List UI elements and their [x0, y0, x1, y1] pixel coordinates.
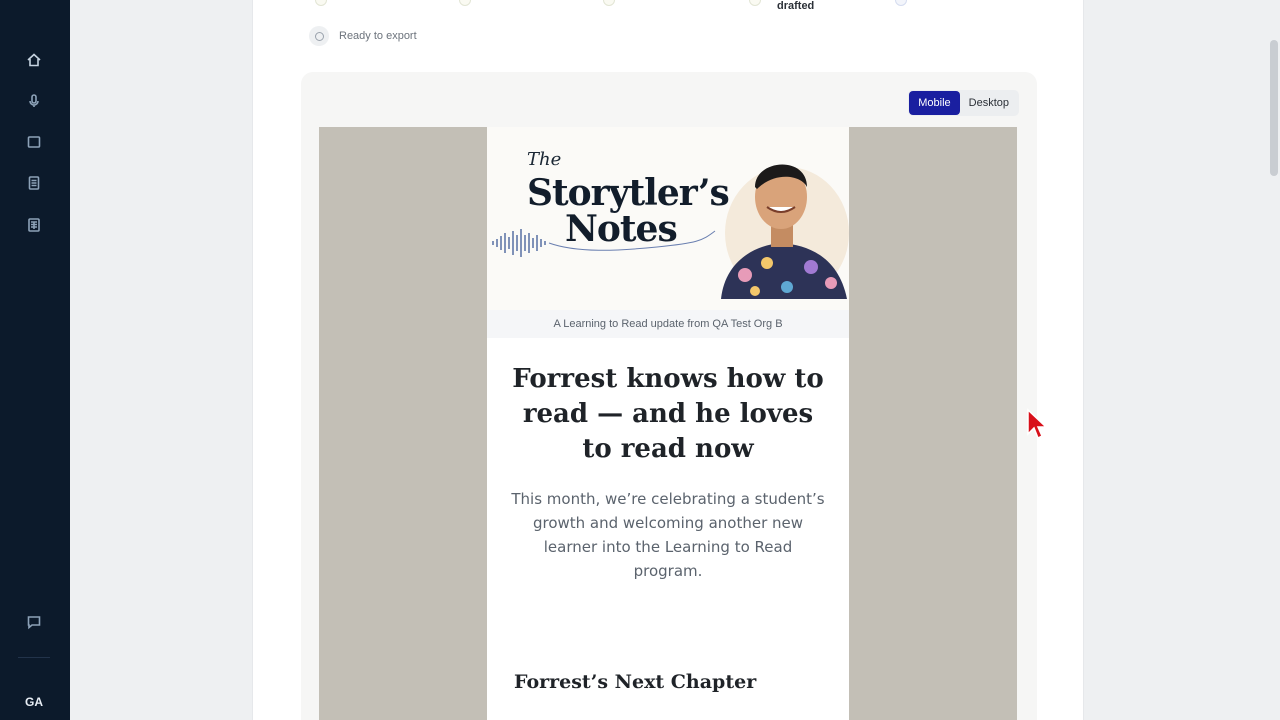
- page-scrollbar[interactable]: [1270, 40, 1278, 176]
- progress-step-export: Ready to export: [309, 26, 417, 46]
- section-title: Forrest’s Next Chapter: [514, 671, 757, 693]
- logo-title-line1: Storytler’s: [527, 172, 730, 214]
- progress-step-dot: [603, 0, 615, 6]
- progress-step-dot: [459, 0, 471, 6]
- logo-the: The: [527, 149, 562, 170]
- mouse-cursor-icon: [1027, 408, 1048, 440]
- author-portrait: [721, 164, 849, 299]
- newsletter-tagline: A Learning to Read update from QA Test O…: [487, 310, 849, 338]
- export-step-label: Ready to export: [339, 30, 417, 42]
- newsletter-banner: The Storytler’s Notes: [487, 127, 849, 310]
- home-icon[interactable]: [22, 48, 46, 72]
- newsletter-icon[interactable]: [22, 213, 46, 237]
- microphone-icon[interactable]: [22, 89, 46, 113]
- progress-step-drafted: drafted: [777, 0, 815, 12]
- device-toggle: Mobile Desktop: [908, 90, 1019, 116]
- newsletter-intro: This month, we’re celebrating a student’…: [511, 490, 825, 580]
- newsletter-editor: drafted Ready to export Mobile Desktop T…: [252, 0, 1084, 720]
- chat-icon[interactable]: [22, 610, 46, 634]
- book-icon[interactable]: [22, 130, 46, 154]
- email-preview-panel: Mobile Desktop The Storytler’s Notes A L…: [301, 72, 1037, 720]
- progress-step-dot: [895, 0, 907, 6]
- email-body: The Storytler’s Notes A Learning to Read…: [487, 127, 849, 720]
- logo-title-line2: Notes: [565, 208, 678, 250]
- progress-step-dot: [749, 0, 761, 6]
- document-icon[interactable]: [22, 171, 46, 195]
- avatar[interactable]: GA: [20, 689, 48, 715]
- sidebar-nav: GA: [0, 0, 70, 720]
- preview-viewport[interactable]: The Storytler’s Notes A Learning to Read…: [319, 127, 1017, 720]
- desktop-view-button[interactable]: Desktop: [960, 91, 1018, 115]
- pending-step-icon: [309, 26, 329, 46]
- progress-step-dot: [315, 0, 327, 6]
- rail-divider: [18, 657, 50, 658]
- newsletter-headline: Forrest knows how to read — and he loves…: [512, 364, 824, 464]
- mobile-view-button[interactable]: Mobile: [909, 91, 960, 115]
